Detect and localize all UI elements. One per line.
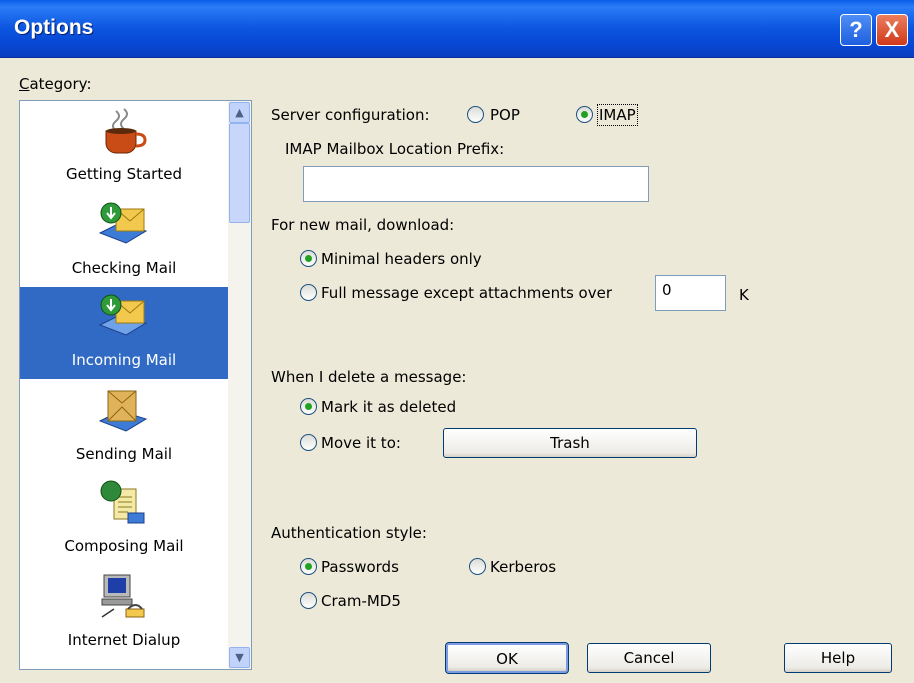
category-item-internet-dialup[interactable]: Internet Dialup (20, 567, 228, 659)
category-item-label: Checking Mail (71, 259, 177, 277)
window-title: Options (14, 16, 94, 39)
category-item-label: Sending Mail (75, 445, 173, 463)
category-scrollbar[interactable]: ▲ ▼ (228, 101, 251, 669)
cancel-button[interactable]: Cancel (587, 643, 711, 673)
imap-radio-label[interactable]: IMAP (597, 104, 638, 126)
scroll-up-button[interactable]: ▲ (229, 102, 250, 123)
category-item-label: Incoming Mail (71, 351, 177, 369)
help-title-button[interactable]: ? (840, 14, 872, 46)
outbox-icon (98, 390, 148, 432)
size-unit-label: K (739, 286, 749, 304)
ok-button[interactable]: OK (445, 642, 569, 674)
title-bar: Options ? X (0, 0, 914, 58)
category-item-getting-started[interactable]: Getting Started (20, 101, 228, 193)
kerberos-radio[interactable] (469, 558, 486, 575)
incoming-mail-icon (98, 294, 148, 336)
mark-deleted-label[interactable]: Mark it as deleted (321, 398, 456, 416)
computer-phone-icon (101, 574, 145, 618)
cram-md5-label[interactable]: Cram-MD5 (321, 592, 401, 610)
auth-label: Authentication style: (271, 524, 427, 542)
kerberos-label[interactable]: Kerberos (490, 558, 556, 576)
category-label: Category: (19, 75, 92, 93)
category-item-sending-mail[interactable]: Sending Mail (20, 381, 228, 473)
category-item-incoming-mail[interactable]: Incoming Mail (20, 287, 228, 379)
category-list[interactable]: Getting Started Checking Mail Incoming M… (19, 100, 252, 670)
category-label-rest: ategory: (29, 75, 92, 93)
category-item-label: Internet Dialup (67, 631, 181, 649)
imap-radio[interactable] (576, 106, 593, 123)
category-item-label: Getting Started (66, 165, 182, 183)
passwords-label[interactable]: Passwords (321, 558, 399, 576)
attachment-size-input[interactable]: 0 (655, 275, 726, 311)
full-message-label[interactable]: Full message except attachments over (321, 284, 612, 302)
scroll-down-button[interactable]: ▼ (229, 647, 250, 668)
minimal-headers-radio[interactable] (300, 250, 317, 267)
minimal-headers-label[interactable]: Minimal headers only (321, 250, 482, 268)
imap-prefix-label: IMAP Mailbox Location Prefix: (285, 140, 505, 158)
full-message-radio[interactable] (300, 284, 317, 301)
pop-radio-label[interactable]: POP (490, 106, 520, 124)
close-button[interactable]: X (876, 14, 908, 46)
help-button[interactable]: Help (784, 643, 892, 673)
delete-label: When I delete a message: (271, 368, 467, 386)
passwords-radio[interactable] (300, 558, 317, 575)
mark-deleted-radio[interactable] (300, 398, 317, 415)
trash-folder-button[interactable]: Trash (443, 428, 697, 458)
compose-icon (100, 480, 145, 524)
server-config-label: Server configuration: (271, 106, 430, 124)
category-item-label: Composing Mail (64, 537, 184, 555)
move-to-label[interactable]: Move it to: (321, 434, 401, 452)
scroll-thumb[interactable] (229, 123, 250, 223)
pop-radio[interactable] (467, 106, 484, 123)
coffee-cup-icon (105, 108, 147, 154)
download-label: For new mail, download: (271, 216, 455, 234)
category-item-checking-mail[interactable]: Checking Mail (20, 195, 228, 287)
imap-prefix-input[interactable] (303, 166, 649, 202)
move-to-radio[interactable] (300, 434, 317, 451)
category-item-composing-mail[interactable]: Composing Mail (20, 473, 228, 565)
cram-md5-radio[interactable] (300, 592, 317, 609)
mail-download-icon (98, 202, 148, 244)
